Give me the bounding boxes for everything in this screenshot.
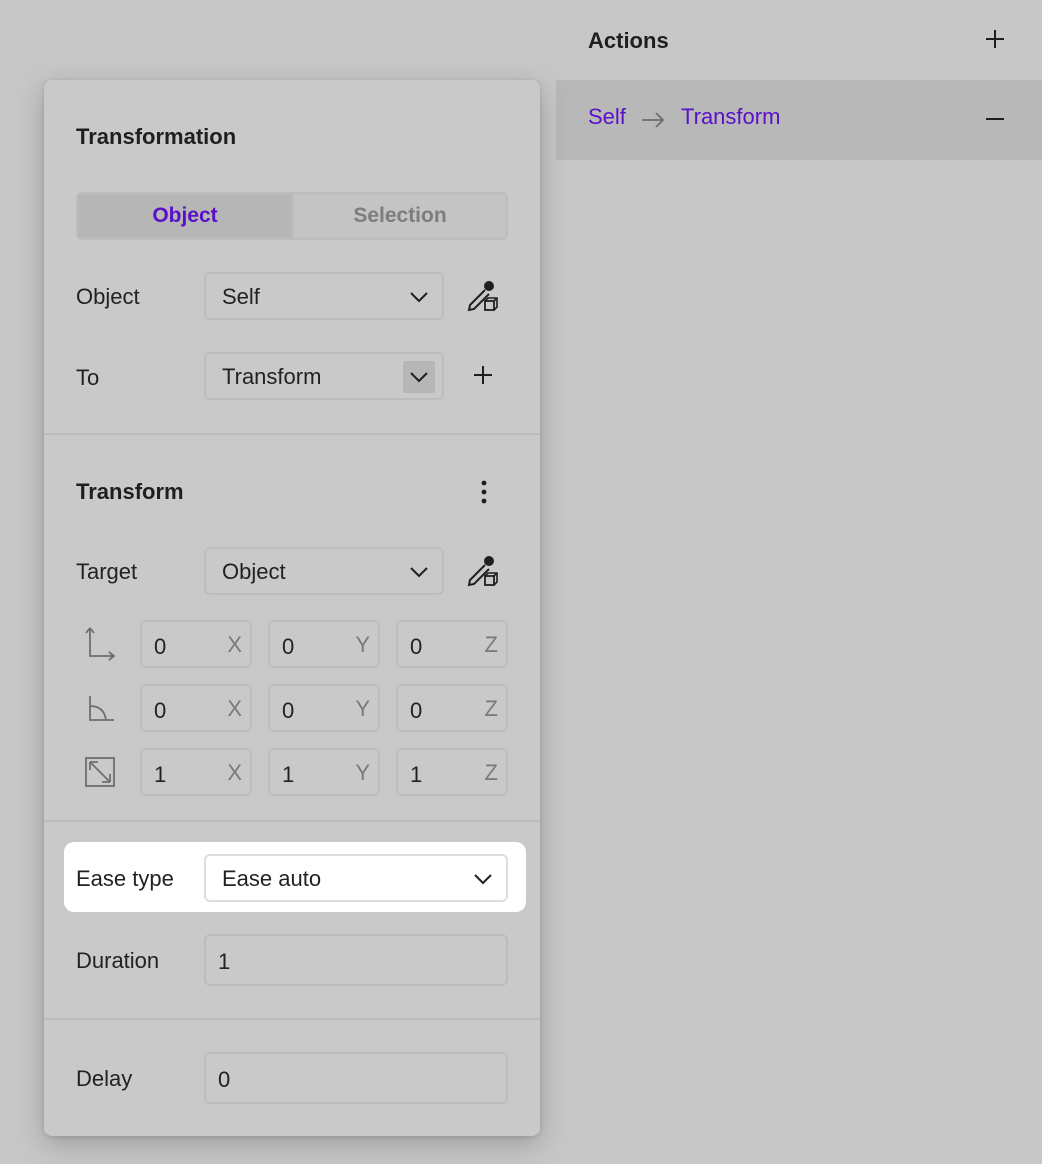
rotation-y-field[interactable]: 0 Y — [268, 684, 380, 732]
transformation-title: Transformation — [76, 124, 237, 149]
object-dropdown-value: Self — [222, 284, 260, 309]
position-y-value: 0 — [282, 634, 295, 659]
delay-input[interactable]: 0 — [204, 1052, 508, 1104]
tab-object[interactable]: Object — [78, 194, 292, 238]
eyedropper-icon — [467, 281, 498, 312]
scale-y-field[interactable]: 1 Y — [268, 748, 380, 796]
action-source: Self — [588, 104, 626, 129]
transformation-panel: Transformation Object Selection Object S… — [44, 80, 540, 1136]
chevron-down-icon — [474, 874, 492, 885]
axis-y-label: Y — [355, 760, 370, 785]
divider — [44, 820, 540, 822]
actions-header: Actions — [556, 0, 1042, 80]
add-transform-button[interactable] — [468, 360, 498, 390]
remove-action-button[interactable] — [980, 104, 1010, 134]
ease-type-dropdown[interactable]: Ease auto — [204, 854, 508, 902]
position-z-field[interactable]: 0 Z — [396, 620, 508, 668]
target-dropdown-value: Object — [222, 559, 286, 584]
axis-x-label: X — [227, 632, 242, 657]
target-picker-button[interactable] — [464, 553, 500, 589]
axis-z-label: Z — [484, 760, 498, 785]
object-label: Object — [76, 284, 140, 309]
plus-icon — [474, 366, 492, 384]
scale-z-field[interactable]: 1 Z — [396, 748, 508, 796]
eyedropper-icon — [467, 556, 498, 587]
to-dropdown-toggle[interactable] — [403, 361, 435, 393]
divider — [44, 1018, 540, 1020]
scale-icon — [85, 757, 115, 787]
position-x-value: 0 — [154, 634, 167, 659]
axis-x-label: X — [227, 696, 242, 721]
delay-label: Delay — [76, 1066, 133, 1091]
ease-type-value: Ease auto — [222, 866, 322, 891]
scale-y-value: 1 — [282, 762, 295, 787]
rotation-z-value: 0 — [410, 698, 423, 723]
mode-segmented-control: Object Selection — [76, 192, 508, 240]
actions-title: Actions — [588, 28, 669, 53]
delay-value: 0 — [218, 1067, 231, 1092]
rotation-icon — [89, 696, 114, 721]
scale-x-field[interactable]: 1 X — [140, 748, 252, 796]
rotation-x-field[interactable]: 0 X — [140, 684, 252, 732]
axis-y-label: Y — [355, 632, 370, 657]
position-y-field[interactable]: 0 Y — [268, 620, 380, 668]
rotation-x-value: 0 — [154, 698, 167, 723]
axis-z-label: Z — [484, 632, 498, 657]
scale-x-value: 1 — [154, 762, 167, 787]
arrow-right-icon — [642, 112, 665, 128]
object-picker-button[interactable] — [464, 278, 500, 314]
position-icon — [85, 627, 116, 661]
duration-label: Duration — [76, 948, 160, 973]
chevron-down-icon — [410, 567, 428, 578]
to-dropdown-value: Transform — [222, 364, 322, 389]
actions-panel: Actions Self Transform — [556, 0, 1042, 1164]
rotation-z-field[interactable]: 0 Z — [396, 684, 508, 732]
axis-y-label: Y — [355, 696, 370, 721]
transform-more-button[interactable] — [466, 474, 502, 510]
scale-z-value: 1 — [410, 762, 423, 787]
duration-input[interactable]: 1 — [204, 934, 508, 986]
duration-value: 1 — [218, 949, 231, 974]
target-dropdown[interactable]: Object — [204, 547, 444, 595]
action-item[interactable]: Self Transform — [556, 80, 1042, 160]
transform-title: Transform — [76, 479, 184, 504]
minus-icon — [986, 118, 1004, 120]
object-dropdown[interactable]: Self — [204, 272, 444, 320]
ease-type-label: Ease type — [76, 866, 174, 891]
chevron-down-icon — [410, 292, 428, 303]
action-target: Transform — [681, 104, 781, 129]
axis-x-label: X — [227, 760, 242, 785]
divider — [44, 433, 540, 435]
to-label: To — [76, 365, 100, 390]
more-vertical-icon — [481, 480, 487, 504]
position-z-value: 0 — [410, 634, 423, 659]
tab-selection[interactable]: Selection — [292, 194, 506, 238]
axis-z-label: Z — [484, 696, 498, 721]
plus-icon — [986, 30, 1004, 48]
chevron-down-icon — [410, 372, 428, 383]
target-label: Target — [76, 559, 138, 584]
add-action-button[interactable] — [980, 24, 1010, 54]
to-dropdown[interactable]: Transform — [204, 352, 444, 400]
position-x-field[interactable]: 0 X — [140, 620, 252, 668]
rotation-y-value: 0 — [282, 698, 295, 723]
